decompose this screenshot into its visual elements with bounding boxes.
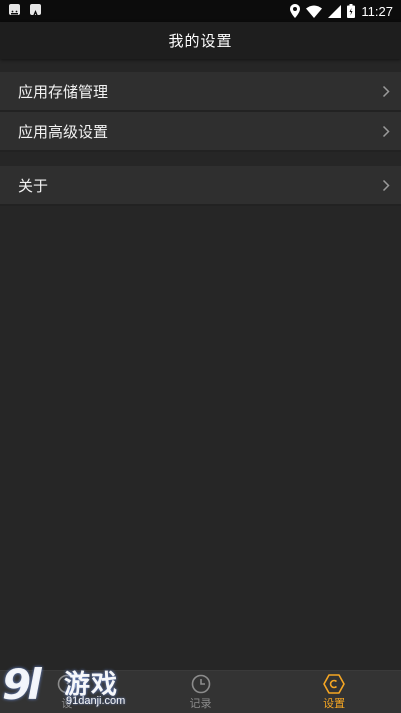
settings-item-label: 应用存储管理 — [18, 82, 109, 101]
app-store-notification-icon — [30, 4, 41, 17]
android-notification-icon — [9, 4, 20, 15]
status-system-icons: 11:27 — [290, 2, 393, 20]
gear-icon — [323, 673, 345, 694]
chevron-right-icon — [381, 178, 391, 192]
page-title: 我的设置 — [168, 32, 233, 50]
nav-tab-dashboard[interactable]: 设 — [0, 671, 134, 713]
clock-icon — [191, 674, 210, 693]
settings-item-label: 关于 — [18, 176, 49, 195]
screen: 11:27 我的设置 应用存储管理 应用高级设置 关于 设 记录 设置 9l 游… — [0, 0, 401, 713]
status-bar: 11:27 — [0, 0, 401, 22]
signal-icon — [328, 4, 342, 18]
status-time: 11:27 — [361, 3, 393, 19]
settings-item-about[interactable]: 关于 — [0, 166, 401, 206]
wifi-icon — [306, 5, 323, 18]
chevron-right-icon — [381, 124, 391, 138]
chevron-right-icon — [381, 84, 391, 98]
nav-tab-label: 设 — [61, 696, 73, 710]
settings-item-label: 应用高级设置 — [18, 122, 109, 141]
status-notification-icons — [9, 4, 41, 17]
gauge-icon — [57, 674, 77, 693]
battery-icon — [347, 4, 356, 18]
settings-group-storage: 应用存储管理 应用高级设置 — [0, 72, 401, 152]
settings-item-advanced-settings[interactable]: 应用高级设置 — [0, 112, 401, 152]
location-icon — [290, 4, 301, 18]
nav-tab-records[interactable]: 记录 — [134, 671, 268, 713]
nav-tab-settings[interactable]: 设置 — [267, 671, 401, 713]
settings-group-about: 关于 — [0, 166, 401, 206]
bottom-nav: 设 记录 设置 — [0, 670, 401, 713]
nav-tab-label: 设置 — [323, 696, 346, 710]
nav-tab-label: 记录 — [189, 696, 212, 710]
app-header: 我的设置 — [0, 22, 401, 59]
settings-item-storage-management[interactable]: 应用存储管理 — [0, 72, 401, 112]
